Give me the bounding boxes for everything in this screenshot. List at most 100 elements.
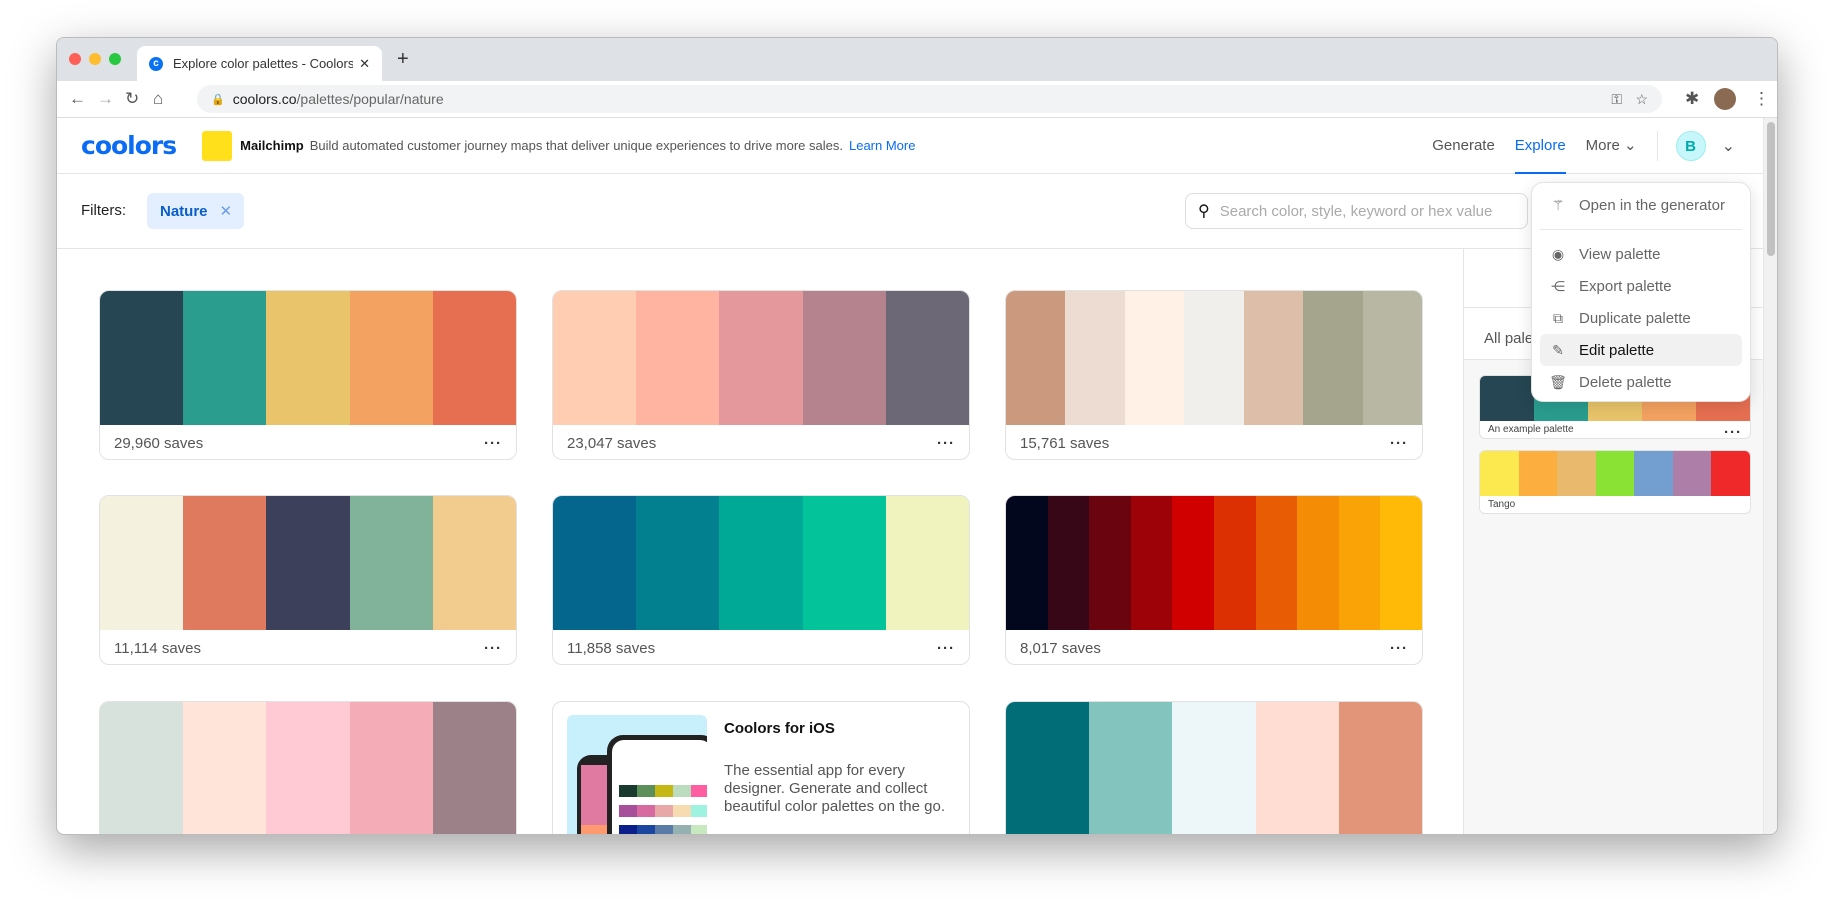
color-swatch[interactable] (183, 496, 267, 630)
color-swatch[interactable] (1089, 702, 1173, 834)
color-swatch[interactable] (1006, 291, 1066, 425)
color-swatch[interactable] (349, 496, 433, 630)
color-swatch[interactable] (432, 496, 516, 630)
color-swatch[interactable] (100, 291, 184, 425)
minimize-window-button[interactable] (89, 53, 101, 65)
color-swatch[interactable] (1172, 496, 1214, 630)
color-swatch[interactable] (349, 702, 433, 834)
color-swatch[interactable] (802, 496, 886, 630)
palette-swatches[interactable] (100, 291, 516, 425)
color-swatch[interactable] (183, 702, 267, 834)
palette-card[interactable]: 11,114 saves ··· (99, 495, 517, 665)
more-options-icon[interactable]: ··· (1390, 640, 1408, 657)
color-swatch[interactable] (1362, 291, 1422, 425)
home-icon[interactable]: ⌂ (153, 89, 163, 109)
user-avatar[interactable]: B (1675, 131, 1706, 161)
color-swatch[interactable] (802, 291, 886, 425)
palette-card[interactable]: 29,960 saves ··· (99, 290, 517, 460)
color-swatch[interactable] (719, 291, 803, 425)
palette-card[interactable]: ··· (99, 701, 517, 834)
palette-swatches[interactable] (553, 291, 969, 425)
ios-promo-card[interactable]: Coolors for iOS The essential app for ev… (552, 701, 970, 834)
mailchimp-logo[interactable] (202, 130, 233, 161)
filter-chip-nature[interactable]: Nature ✕ (147, 193, 244, 229)
more-options-icon[interactable]: ··· (1390, 435, 1408, 452)
color-swatch[interactable] (1047, 496, 1090, 630)
maximize-window-button[interactable] (109, 53, 121, 65)
palette-swatches[interactable] (1006, 702, 1422, 834)
color-swatch[interactable] (100, 496, 184, 630)
browser-tab[interactable]: c Explore color palettes - Coolors ✕ (137, 46, 382, 81)
library-palette[interactable]: Tango (1479, 450, 1751, 514)
palette-card[interactable]: 23,047 saves ··· (552, 290, 970, 460)
scrollbar-thumb[interactable] (1767, 122, 1775, 256)
color-swatch[interactable] (1006, 702, 1090, 834)
back-icon[interactable]: ← (69, 89, 86, 109)
color-swatch[interactable] (636, 291, 720, 425)
address-bar[interactable]: 🔒 coolors.co/palettes/popular/nature ⚿ ☆ (197, 85, 1662, 113)
star-icon[interactable]: ☆ (1635, 91, 1648, 108)
profile-avatar[interactable] (1714, 88, 1736, 110)
new-tab-icon[interactable]: + (397, 48, 409, 71)
palette-card[interactable]: ··· (1005, 701, 1423, 834)
palette-card[interactable]: 15,761 saves ··· (1005, 290, 1423, 460)
color-swatch[interactable] (349, 291, 433, 425)
color-swatch[interactable] (636, 496, 720, 630)
more-options-icon[interactable]: ··· (937, 435, 955, 452)
color-swatch[interactable] (1303, 291, 1363, 425)
color-swatch[interactable] (1338, 496, 1381, 630)
palette-swatches[interactable] (1480, 451, 1750, 496)
color-swatch[interactable] (266, 291, 350, 425)
close-tab-icon[interactable]: ✕ (359, 56, 370, 72)
color-swatch[interactable] (1065, 291, 1125, 425)
color-swatch[interactable] (183, 291, 267, 425)
color-swatch[interactable] (1255, 702, 1339, 834)
color-swatch[interactable] (1089, 496, 1131, 630)
color-swatch[interactable] (553, 291, 637, 425)
color-swatch[interactable] (1634, 451, 1673, 496)
menu-item-open-in-the-generator[interactable]: ⚚ Open in the generator (1540, 189, 1742, 221)
color-swatch[interactable] (1338, 702, 1422, 834)
color-swatch[interactable] (1297, 496, 1339, 630)
color-swatch[interactable] (1518, 451, 1558, 496)
reload-icon[interactable]: ↻ (125, 89, 139, 109)
color-swatch[interactable] (1255, 496, 1298, 630)
search-input[interactable]: ⚲ Search color, style, keyword or hex val… (1185, 193, 1528, 229)
color-swatch[interactable] (553, 496, 637, 630)
coolors-logo[interactable]: coolors (81, 131, 177, 160)
color-swatch[interactable] (885, 291, 969, 425)
color-swatch[interactable] (1124, 291, 1185, 425)
more-options-icon[interactable]: ··· (484, 435, 502, 452)
ad-learn-more-link[interactable]: Learn More (849, 138, 915, 153)
remove-filter-icon[interactable]: ✕ (220, 202, 233, 220)
key-icon[interactable]: ⚿ (1611, 91, 1622, 108)
color-swatch[interactable] (1595, 451, 1635, 496)
nav-explore[interactable]: Explore (1514, 118, 1566, 174)
color-swatch[interactable] (100, 702, 184, 834)
extensions-icon[interactable]: ✱ (1685, 89, 1699, 109)
color-swatch[interactable] (266, 496, 350, 630)
menu-item-delete-palette[interactable]: 🗑 Delete palette (1540, 366, 1742, 398)
more-options-icon[interactable]: ··· (1724, 424, 1742, 438)
color-swatch[interactable] (1130, 496, 1173, 630)
menu-item-duplicate-palette[interactable]: ⧉ Duplicate palette (1540, 302, 1742, 334)
color-swatch[interactable] (1711, 451, 1750, 496)
palette-swatches[interactable] (553, 496, 969, 630)
color-swatch[interactable] (1184, 291, 1244, 425)
palette-card[interactable]: 8,017 saves ··· (1005, 495, 1423, 665)
color-swatch[interactable] (266, 702, 350, 834)
color-swatch[interactable] (1380, 496, 1422, 630)
palette-swatches[interactable] (1006, 291, 1422, 425)
color-swatch[interactable] (1213, 496, 1256, 630)
palette-swatches[interactable] (1006, 496, 1422, 630)
color-swatch[interactable] (1480, 376, 1534, 421)
color-swatch[interactable] (1243, 291, 1304, 425)
color-swatch[interactable] (719, 496, 803, 630)
palette-swatches[interactable] (100, 702, 516, 834)
forward-icon[interactable]: → (97, 89, 114, 109)
color-swatch[interactable] (1006, 496, 1048, 630)
palette-card[interactable]: 11,858 saves ··· (552, 495, 970, 665)
color-swatch[interactable] (432, 291, 516, 425)
color-swatch[interactable] (885, 496, 969, 630)
close-window-button[interactable] (69, 53, 81, 65)
